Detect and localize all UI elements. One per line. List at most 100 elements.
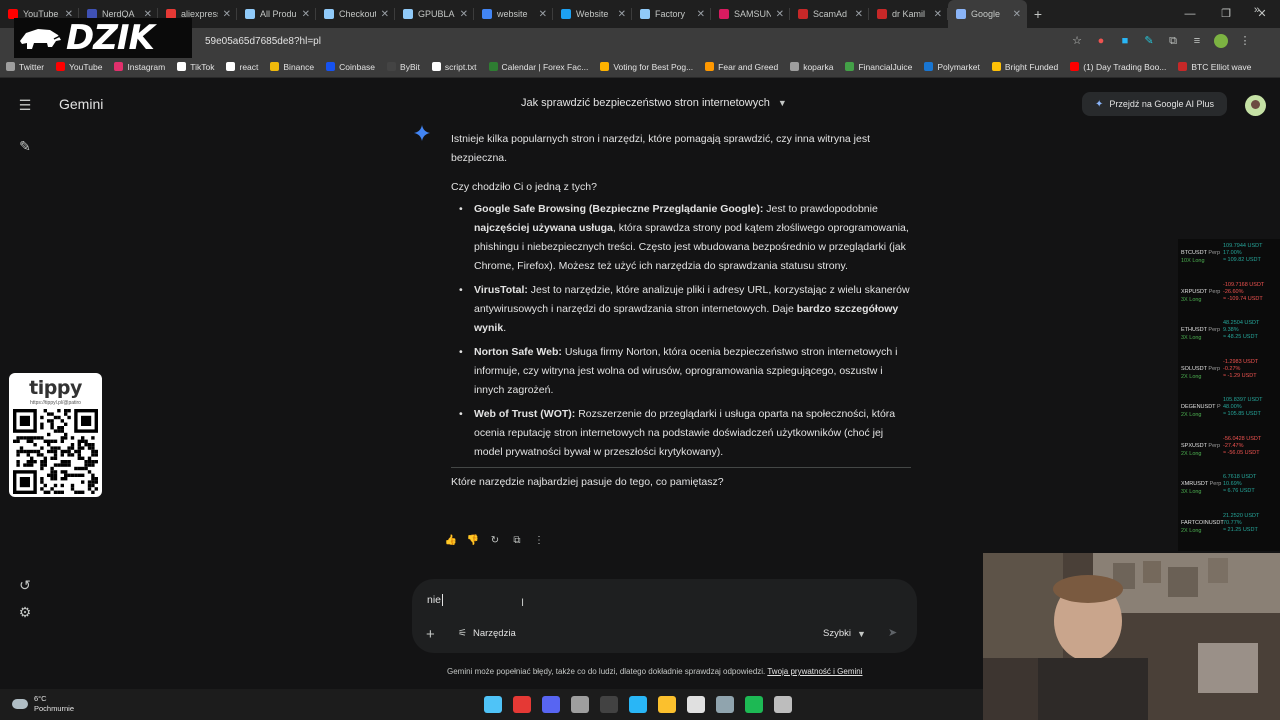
browser-tab[interactable]: ScamAd ✕ bbox=[790, 0, 869, 28]
tools-button[interactable]: ⚟ Narzędzia bbox=[458, 628, 516, 639]
bookmark-item[interactable]: Instagram bbox=[114, 62, 165, 72]
thumbs-down-icon[interactable]: 👎 bbox=[466, 534, 480, 548]
weather-widget[interactable]: 6°C Pochmurnie bbox=[12, 694, 74, 714]
taskbar: 6°C Pochmurnie bbox=[0, 689, 983, 720]
obs-icon[interactable] bbox=[600, 696, 618, 713]
extension-icon[interactable]: ■ bbox=[1118, 34, 1132, 48]
bookmark-item[interactable]: Calendar | Forex Fac... bbox=[488, 62, 588, 72]
regenerate-icon[interactable]: ↻ bbox=[488, 534, 502, 548]
bookmark-item[interactable]: Polymarket bbox=[924, 62, 980, 72]
bookmark-item[interactable]: Bright Funded bbox=[991, 61, 1059, 72]
position-values: 21.2520 USDT 70.77% ≈ 21.25 USDT bbox=[1223, 513, 1259, 534]
close-icon[interactable]: ✕ bbox=[618, 9, 626, 20]
close-icon[interactable]: ✕ bbox=[776, 9, 784, 20]
bookmark-item[interactable]: YouTube bbox=[56, 62, 102, 72]
bookmark-item[interactable]: Coinbase bbox=[326, 62, 375, 72]
browser-tab[interactable]: Checkout ✕ bbox=[316, 0, 395, 28]
browser-tab[interactable]: website ✕ bbox=[474, 0, 553, 28]
toolbar-icons: ☆ ● ■ ✎ ⧉ ≡ ⋮ bbox=[1070, 34, 1252, 48]
position-entry: ≈ -56.05 USDT bbox=[1223, 449, 1260, 456]
close-icon[interactable]: ✕ bbox=[855, 9, 863, 20]
close-icon[interactable]: ✕ bbox=[223, 9, 231, 20]
bookmark-item[interactable]: Voting for Best Pog... bbox=[600, 62, 693, 72]
close-icon[interactable]: ✕ bbox=[1013, 9, 1021, 20]
privacy-link[interactable]: Twoja prywatność i Gemini bbox=[767, 667, 862, 676]
telegram-icon[interactable] bbox=[629, 696, 647, 713]
bookmark-item[interactable]: koparka bbox=[790, 62, 833, 72]
browser-tab[interactable]: GPUBLA ✕ bbox=[395, 0, 474, 28]
bookmark-item[interactable]: Twitter bbox=[6, 62, 44, 72]
puzzle-icon[interactable]: ⧉ bbox=[1166, 34, 1180, 48]
bookmark-item[interactable]: Fear and Greed bbox=[705, 62, 778, 72]
browser-tab[interactable]: Website ✕ bbox=[553, 0, 632, 28]
app2-icon[interactable] bbox=[774, 696, 792, 713]
position-entry: ≈ 21.25 USDT bbox=[1223, 526, 1258, 533]
bookmark-item[interactable]: FinancialJuice bbox=[845, 62, 912, 72]
history-icon[interactable]: ↺ bbox=[16, 576, 34, 594]
menu-icon[interactable]: ☰ bbox=[16, 96, 34, 114]
browser-tab[interactable]: All Produ ✕ bbox=[237, 0, 316, 28]
prompt-composer[interactable]: nie I + ⚟ Narzędzia Szybki ▼ ➤ bbox=[412, 579, 917, 653]
position-percent: 9.38% bbox=[1223, 327, 1239, 333]
bookmark-star-icon[interactable]: ☆ bbox=[1070, 34, 1084, 48]
browser-tab[interactable]: SAMSUN ✕ bbox=[711, 0, 790, 28]
list-item: VirusTotal: Jest to narzędzie, które ana… bbox=[459, 281, 911, 338]
tool-icon[interactable] bbox=[716, 696, 734, 713]
extension-icon[interactable]: ● bbox=[1094, 34, 1108, 48]
bookmark-item[interactable]: TikTok bbox=[177, 62, 214, 72]
media-icon[interactable]: ≡ bbox=[1190, 34, 1204, 48]
discord-icon[interactable] bbox=[542, 696, 560, 713]
tab-favicon-icon bbox=[482, 9, 492, 19]
bookmark-label: Bright Funded bbox=[1004, 61, 1059, 72]
response-intro: Istnieje kilka popularnych stron i narzę… bbox=[451, 133, 871, 164]
conversation-title[interactable]: Jak sprawdzić bezpieczeństwo stron inter… bbox=[521, 97, 787, 109]
more-options-icon[interactable]: ⋮ bbox=[532, 534, 546, 548]
browser-tab[interactable]: dr Kamil ✕ bbox=[869, 0, 948, 28]
minimize-icon[interactable]: — bbox=[1172, 0, 1208, 28]
thumbs-up-icon[interactable]: 👍 bbox=[444, 534, 458, 548]
spotify-icon[interactable] bbox=[745, 696, 763, 713]
close-icon[interactable]: ✕ bbox=[460, 9, 468, 20]
close-icon[interactable]: ✕ bbox=[381, 9, 389, 20]
upgrade-button[interactable]: ✦ Przejdź na Google AI Plus bbox=[1082, 92, 1227, 116]
windows-icon[interactable] bbox=[484, 696, 502, 713]
add-icon[interactable]: + bbox=[426, 626, 435, 643]
avatar[interactable] bbox=[1245, 95, 1266, 116]
close-icon[interactable]: ✕ bbox=[697, 9, 705, 20]
app-icon[interactable] bbox=[571, 696, 589, 713]
close-icon[interactable]: ✕ bbox=[934, 9, 942, 20]
ccleaner-icon[interactable] bbox=[687, 696, 705, 713]
bookmark-item[interactable]: script.txt bbox=[431, 62, 477, 72]
position-symbol: XRPUSDT Perp bbox=[1181, 288, 1221, 295]
restore-icon[interactable]: ❐ bbox=[1208, 0, 1244, 28]
chevron-down-icon: ▼ bbox=[777, 98, 787, 108]
close-window-icon[interactable]: ✕ bbox=[1244, 0, 1280, 28]
position-symbol: FARTCOINUSDT bbox=[1181, 519, 1224, 526]
browser-tab[interactable]: Google ✕ bbox=[948, 0, 1027, 28]
position-entry: ≈ 109.82 USDT bbox=[1223, 257, 1261, 263]
url-field[interactable]: 59e05a65d7685de8?hl=pl bbox=[205, 36, 321, 47]
close-icon[interactable]: ✕ bbox=[539, 9, 547, 20]
send-icon[interactable]: ➤ bbox=[888, 626, 897, 639]
settings-icon[interactable]: ⚙ bbox=[16, 603, 34, 621]
bookmark-item[interactable]: ByBit bbox=[387, 62, 420, 72]
model-picker[interactable]: Szybki ▼ bbox=[823, 628, 866, 639]
copy-icon[interactable]: ⧉ bbox=[510, 534, 524, 548]
profile-avatar[interactable] bbox=[1214, 34, 1228, 48]
explorer-icon[interactable] bbox=[658, 696, 676, 713]
tab-label: Google bbox=[971, 9, 1001, 19]
extension-icon[interactable]: ✎ bbox=[1142, 34, 1156, 48]
browser-tab[interactable]: Factory ✕ bbox=[632, 0, 711, 28]
bookmark-item[interactable]: BTC Elliot wave bbox=[1178, 62, 1251, 72]
more-bookmarks-icon[interactable]: » bbox=[1254, 4, 1260, 16]
new-tab-icon[interactable]: + bbox=[1027, 6, 1049, 22]
bookmark-item[interactable]: (1) Day Trading Boo... bbox=[1070, 62, 1166, 72]
divider bbox=[451, 467, 911, 468]
kebab-menu-icon[interactable]: ⋮ bbox=[1238, 34, 1252, 48]
close-icon[interactable]: ✕ bbox=[302, 9, 310, 20]
chrome-icon[interactable] bbox=[513, 696, 531, 713]
bookmark-item[interactable]: react bbox=[226, 62, 258, 72]
prompt-input[interactable]: nie bbox=[427, 594, 444, 607]
bookmark-item[interactable]: Binance bbox=[270, 62, 314, 72]
new-chat-icon[interactable]: ✎ bbox=[16, 137, 34, 155]
